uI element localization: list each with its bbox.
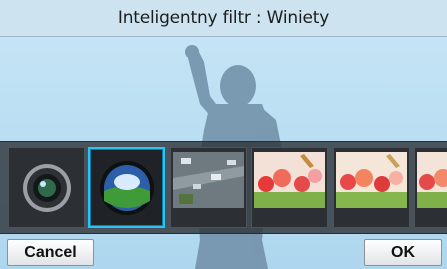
filter-thumbnail-flowers-1[interactable] — [251, 147, 328, 228]
filter-thumbnail-globe[interactable] — [88, 147, 165, 228]
lens-icon — [23, 164, 71, 212]
flowers-icon — [417, 152, 447, 208]
filter-thumbnail-flowers-3[interactable] — [414, 147, 447, 228]
camera-screen: Inteligentny filtr : Winiety Cancel OK — [0, 0, 447, 269]
title-bar: Inteligentny filtr : Winiety — [0, 0, 447, 37]
globe-icon — [100, 161, 154, 215]
filter-strip[interactable] — [0, 141, 447, 234]
filter-thumbnail-flowers-2[interactable] — [333, 147, 410, 228]
page-title: Inteligentny filtr : Winiety — [117, 8, 330, 28]
flowers-icon — [254, 152, 325, 208]
filter-thumbnail-lens[interactable] — [8, 147, 85, 228]
city-icon — [173, 152, 244, 208]
flowers-icon — [336, 152, 407, 208]
filter-thumbnail-city[interactable] — [170, 147, 247, 228]
cancel-button[interactable]: Cancel — [7, 239, 94, 266]
ok-button[interactable]: OK — [364, 239, 442, 266]
